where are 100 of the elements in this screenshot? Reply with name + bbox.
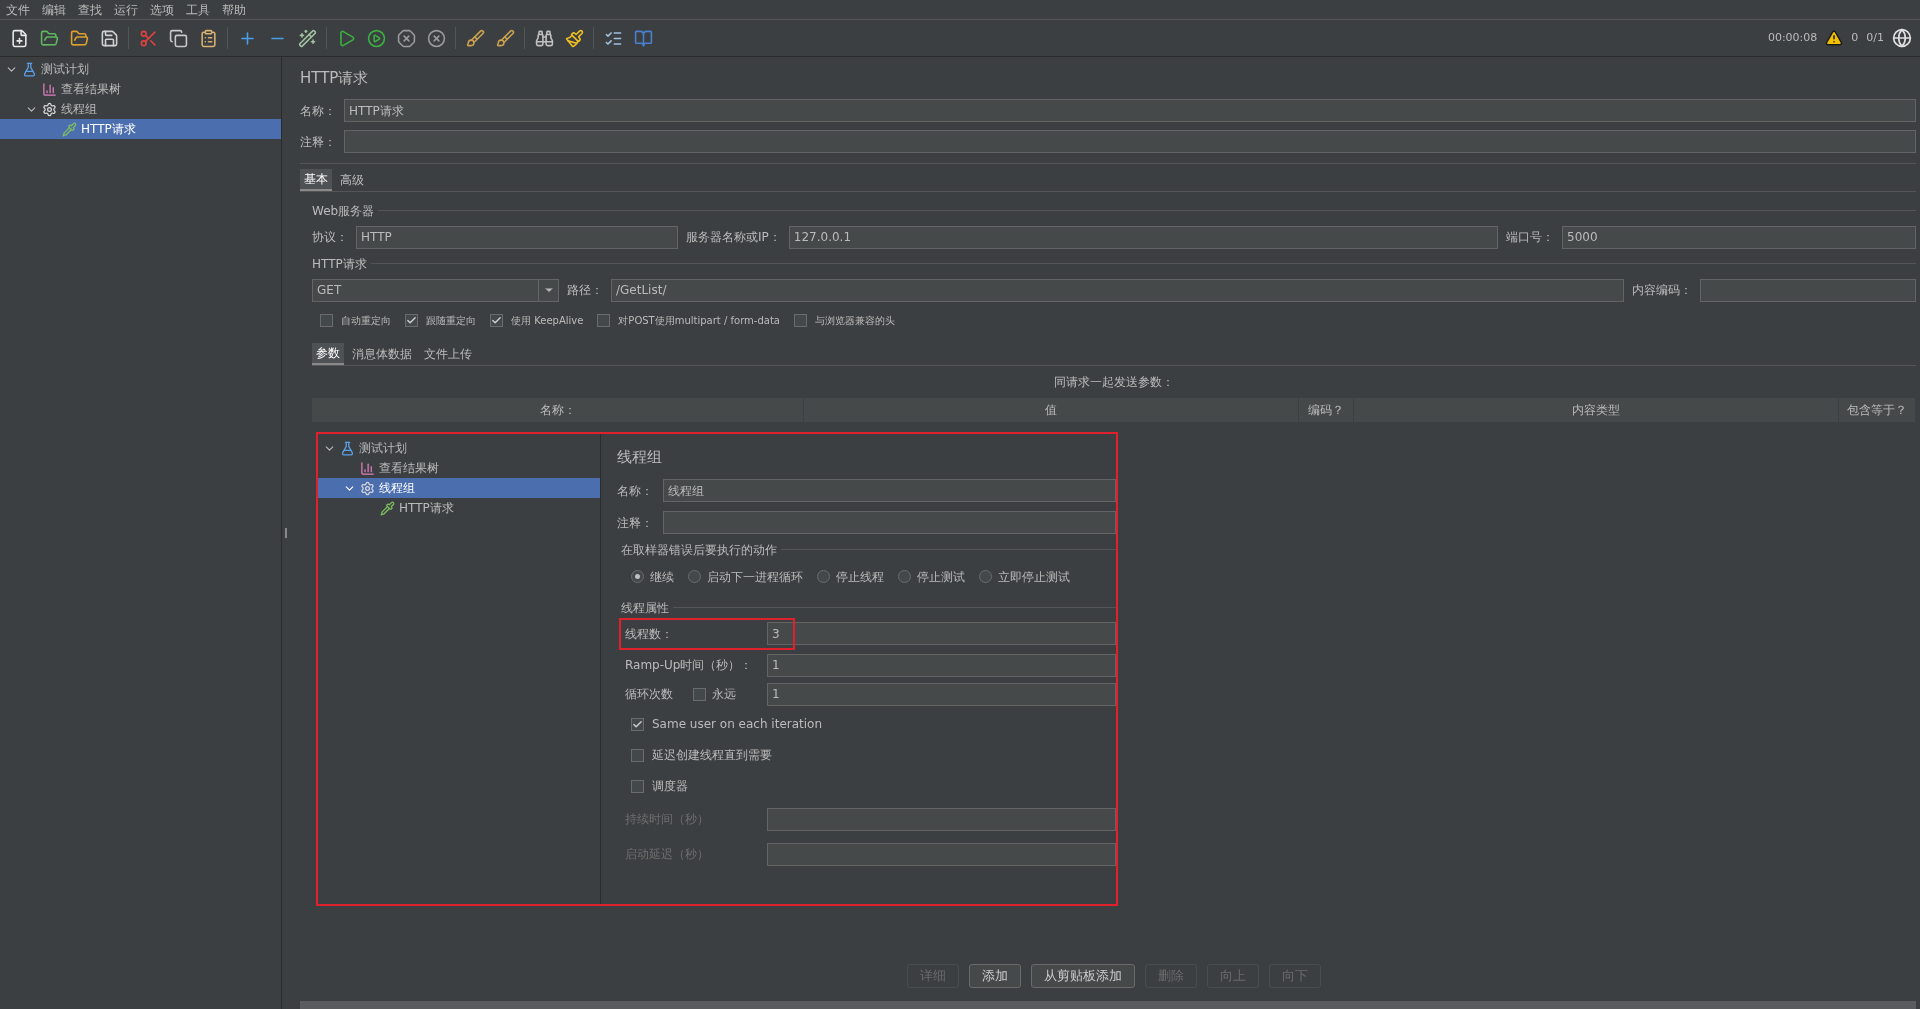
radio-label: 停止线程 — [836, 568, 884, 586]
tree-label: HTTP请求 — [81, 121, 136, 138]
server-field[interactable]: 127.0.0.1 — [788, 225, 1498, 249]
menu-item[interactable]: 帮助 — [216, 0, 252, 19]
field-label: 名称： — [300, 102, 336, 120]
field-label: 协议： — [312, 229, 348, 246]
checkbox[interactable] — [320, 314, 333, 327]
group-title: Web服务器 — [312, 202, 375, 220]
action-button[interactable]: 添加 — [969, 963, 1021, 988]
tree-label: 线程组 — [379, 480, 415, 497]
tree-label: 查看结果树 — [61, 81, 121, 98]
action-button[interactable]: 从剪贴板添加 — [1031, 963, 1135, 988]
method-dropdown[interactable]: GET — [312, 278, 559, 302]
group-title: 在取样器错误后要执行的动作 — [621, 541, 777, 559]
comment-field[interactable] — [663, 511, 1116, 534]
horizontal-scrollbar[interactable] — [300, 1001, 1916, 1009]
warning-icon[interactable] — [1825, 29, 1844, 47]
checkbox-label: 对POST使用multipart / form-data — [618, 314, 780, 328]
tab[interactable]: 参数 — [312, 342, 344, 365]
copy-icon[interactable] — [167, 27, 189, 49]
comment-field[interactable] — [344, 130, 1916, 153]
column-header[interactable]: 内容类型 — [1354, 397, 1839, 422]
field-label: 注释： — [617, 514, 654, 532]
pipette-icon — [62, 121, 77, 137]
name-field[interactable]: HTTP请求 — [344, 99, 1916, 122]
menu-item[interactable]: 文件 — [0, 0, 36, 19]
radio-button[interactable] — [979, 570, 992, 583]
clear-all-icon[interactable] — [494, 27, 516, 49]
encoding-field[interactable] — [1700, 278, 1916, 302]
tree-item[interactable]: 线程组 — [318, 478, 600, 498]
pipette-icon — [380, 500, 395, 516]
chart-icon — [42, 81, 57, 97]
checkbox-label: 与浏览器兼容的头 — [814, 314, 895, 328]
flask-icon — [340, 440, 355, 456]
reset-search-icon[interactable] — [563, 27, 585, 49]
tree-item[interactable]: 查看结果树 — [318, 458, 600, 478]
tab[interactable]: 消息体数据 — [348, 342, 416, 365]
group-title: 线程属性 — [621, 599, 669, 617]
gear-icon — [360, 480, 375, 496]
name-field[interactable]: 线程组 — [663, 479, 1116, 502]
tree-item[interactable]: 测试计划 — [318, 438, 600, 458]
field-label: 线程数： — [625, 625, 674, 643]
group-title: HTTP请求 — [312, 255, 367, 273]
menu-item[interactable]: 运行 — [108, 0, 144, 19]
column-header[interactable]: 值 — [804, 397, 1299, 422]
thread-count-field[interactable]: 3 — [767, 622, 1116, 645]
radio-label: 立即停止测试 — [998, 568, 1070, 586]
radio-button[interactable] — [817, 570, 830, 583]
menu-item[interactable]: 工具 — [180, 0, 216, 19]
ramp-up-field[interactable]: 1 — [767, 653, 1116, 677]
tree-item[interactable]: 线程组 — [0, 99, 281, 119]
radio-button[interactable] — [631, 570, 644, 583]
stop-icon[interactable] — [395, 27, 417, 49]
flask-icon — [22, 61, 37, 77]
column-header[interactable]: 编码？ — [1299, 397, 1354, 422]
panel-title: HTTP请求 — [300, 68, 370, 89]
checkbox[interactable] — [631, 779, 644, 793]
tab[interactable]: 文件上传 — [420, 342, 476, 365]
toggle-icon[interactable] — [296, 27, 318, 49]
checkbox[interactable] — [597, 314, 611, 327]
checkbox[interactable] — [631, 717, 644, 731]
start-no-pause-icon[interactable] — [365, 27, 387, 49]
menu-item[interactable]: 选项 — [144, 0, 180, 19]
checkbox[interactable] — [631, 748, 644, 762]
checkbox-label: 调度器 — [652, 778, 688, 795]
radio-button[interactable] — [898, 570, 911, 583]
radio-label: 继续 — [650, 568, 674, 586]
checkbox-label: 跟随重定向 — [426, 314, 476, 328]
tree-label: 测试计划 — [359, 440, 407, 457]
checkbox-label: 永远 — [712, 686, 736, 703]
menu-item[interactable]: 编辑 — [36, 0, 72, 19]
tree-item[interactable]: HTTP请求 — [318, 498, 600, 518]
tree-label: 查看结果树 — [379, 460, 439, 477]
path-field[interactable]: /GetList/ — [611, 278, 1624, 302]
radio-button[interactable] — [688, 570, 701, 583]
protocol-field[interactable]: HTTP — [356, 225, 678, 249]
column-header[interactable]: 包含等于？ — [1839, 397, 1916, 422]
shutdown-icon[interactable] — [425, 27, 447, 49]
checkbox[interactable] — [793, 314, 807, 327]
tree-item[interactable]: HTTP请求 — [0, 119, 281, 139]
thread-count: 0/1 — [1866, 29, 1884, 46]
port-field[interactable]: 5000 — [1562, 225, 1916, 249]
tab[interactable]: 基本 — [300, 168, 332, 191]
clear-icon[interactable] — [464, 27, 486, 49]
start-delay-field[interactable] — [767, 842, 1116, 866]
radio-label: 启动下一进程循环 — [707, 568, 803, 586]
menu-item[interactable]: 查找 — [72, 0, 108, 19]
tab[interactable]: 高级 — [336, 168, 368, 191]
checkbox[interactable] — [693, 687, 706, 701]
gear-icon — [42, 101, 57, 117]
checkbox-label: 使用 KeepAlive — [511, 314, 584, 328]
tree-item[interactable]: 查看结果树 — [0, 79, 281, 99]
checkbox[interactable] — [490, 314, 503, 327]
column-header[interactable]: 名称： — [312, 397, 804, 422]
field-label: 内容编码： — [1632, 282, 1692, 299]
duration-field[interactable] — [767, 807, 1116, 831]
tree-item[interactable]: 测试计划 — [0, 59, 281, 79]
checkbox[interactable] — [405, 314, 418, 327]
field-label: 名称： — [617, 482, 654, 500]
loop-count-field[interactable]: 1 — [767, 682, 1116, 706]
